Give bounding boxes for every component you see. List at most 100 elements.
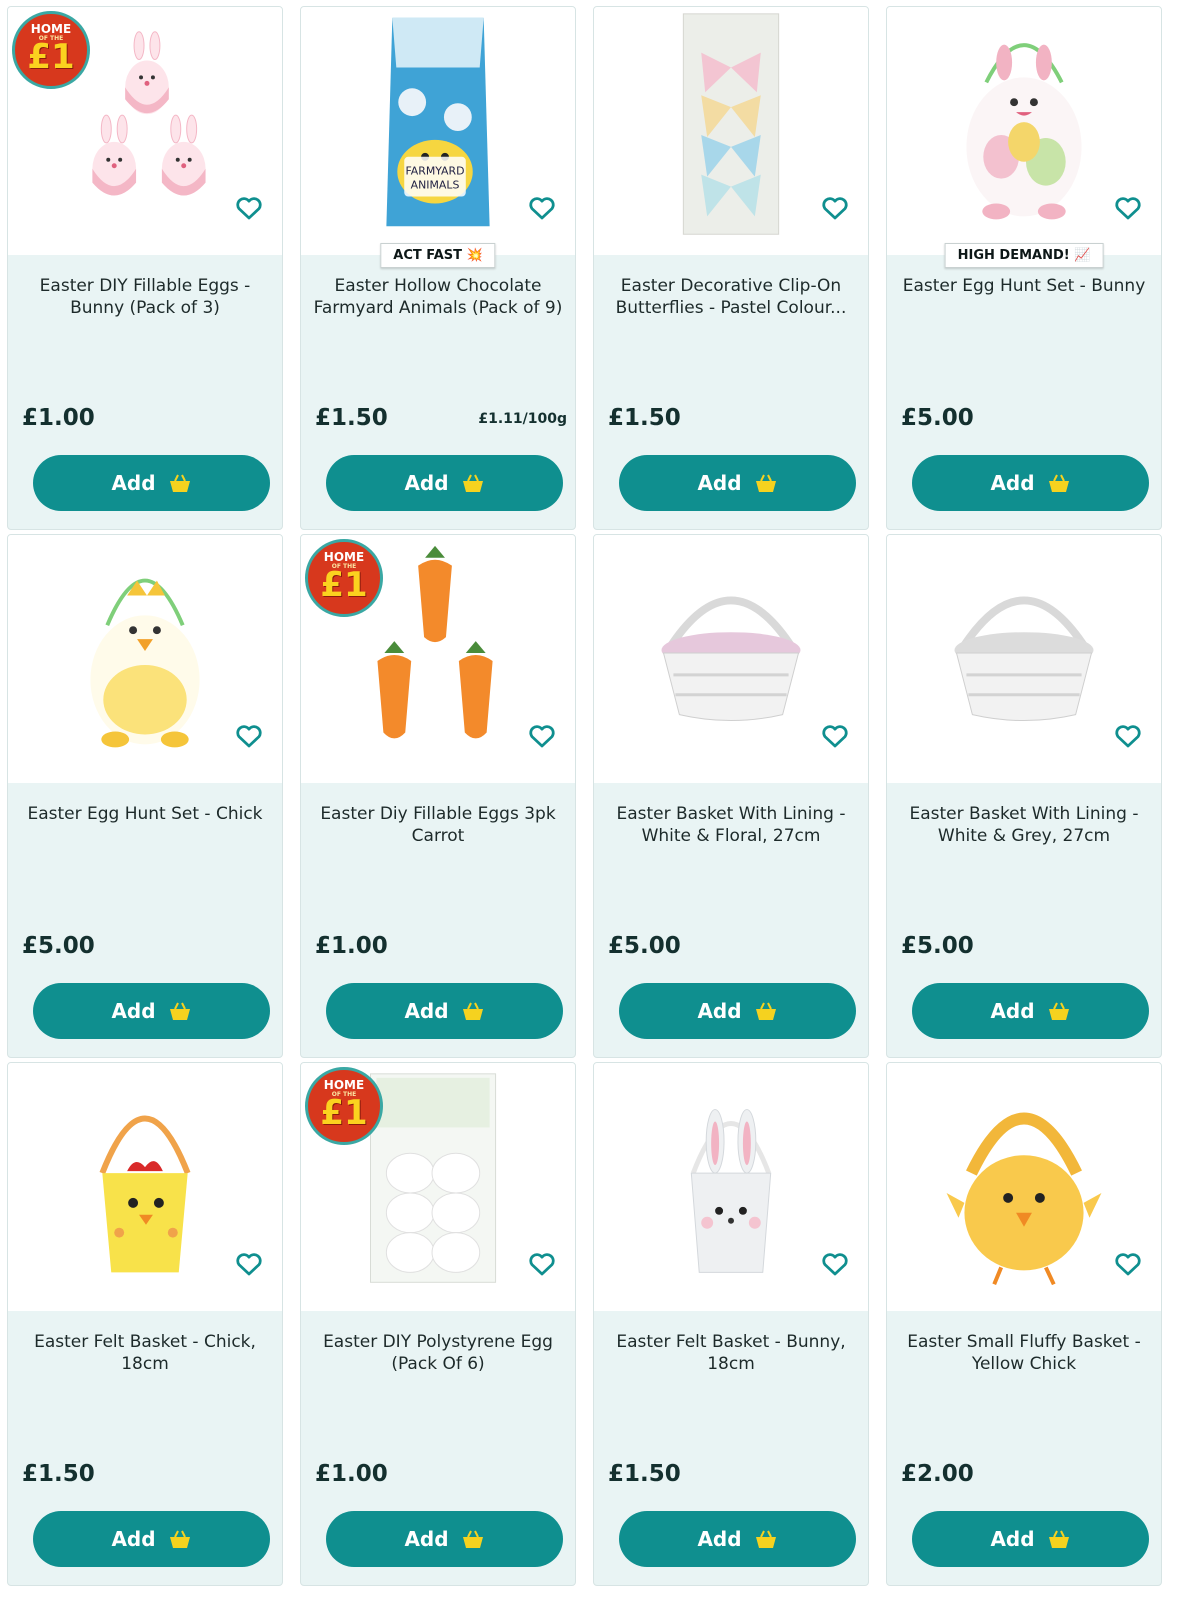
basket-icon (1048, 474, 1069, 492)
heart-icon[interactable] (234, 721, 264, 751)
heart-icon[interactable] (234, 193, 264, 223)
product-price: £2.00 (901, 1461, 974, 1487)
product-title[interactable]: Easter Decorative Clip-On Butterflies - … (606, 275, 856, 319)
product-card[interactable]: Easter Egg Hunt Set - Chick £5.00 Add (7, 534, 283, 1058)
heart-icon[interactable] (820, 721, 850, 751)
product-price: £1.00 (315, 1461, 388, 1487)
product-title[interactable]: Easter Egg Hunt Set - Bunny (899, 275, 1149, 297)
heart-icon[interactable] (1113, 1249, 1143, 1279)
add-label: Add (404, 1527, 449, 1551)
product-title[interactable]: Easter Basket With Lining - White & Flor… (606, 803, 856, 847)
home-of-the-pound-badge: HOME OF THE £1 (305, 1067, 383, 1145)
basket-icon (462, 1002, 483, 1020)
product-image[interactable] (594, 1063, 868, 1311)
add-to-basket-button[interactable]: Add (33, 1511, 270, 1567)
product-image[interactable] (8, 1063, 282, 1311)
add-to-basket-button[interactable]: Add (33, 983, 270, 1039)
product-title[interactable]: Easter Felt Basket - Bunny, 18cm (606, 1331, 856, 1375)
basket-icon (755, 1530, 776, 1548)
add-to-basket-button[interactable]: Add (912, 983, 1149, 1039)
add-to-basket-button[interactable]: Add (326, 983, 563, 1039)
heart-icon[interactable] (234, 1249, 264, 1279)
product-image[interactable]: FARMYARD ANIMALS (301, 7, 575, 255)
product-card[interactable]: HIGH DEMAND! 📈 Easter Egg Hunt Set - Bun… (886, 6, 1162, 530)
product-image[interactable] (887, 7, 1161, 255)
urgency-tag: ACT FAST 💥 (380, 243, 496, 268)
product-price: £1.50 (608, 405, 681, 431)
urgency-tag: HIGH DEMAND! 📈 (944, 243, 1104, 268)
product-card[interactable]: Easter Decorative Clip-On Butterflies - … (593, 6, 869, 530)
heart-icon[interactable] (1113, 721, 1143, 751)
add-to-basket-button[interactable]: Add (33, 455, 270, 511)
product-card[interactable]: HOME OF THE £1 Easter DIY Polystyrene Eg… (300, 1062, 576, 1586)
basket-icon (462, 474, 483, 492)
product-card[interactable]: HOME OF THE £1 Easter DIY Fillable Eggs … (7, 6, 283, 530)
product-price: £1.00 (22, 405, 95, 431)
basket-icon (462, 1530, 483, 1548)
badge-line3: £1 (320, 1093, 368, 1133)
heart-icon[interactable] (1113, 193, 1143, 223)
add-label: Add (990, 1527, 1035, 1551)
badge-line3: £1 (320, 565, 368, 605)
product-title[interactable]: Easter Felt Basket - Chick, 18cm (20, 1331, 270, 1375)
heart-icon[interactable] (527, 1249, 557, 1279)
product-card[interactable]: Easter Felt Basket - Chick, 18cm £1.50 A… (7, 1062, 283, 1586)
product-image[interactable] (8, 535, 282, 783)
badge-line1: HOME (323, 1078, 365, 1092)
product-title[interactable]: Easter Small Fluffy Basket - Yellow Chic… (899, 1331, 1149, 1375)
add-to-basket-button[interactable]: Add (912, 1511, 1149, 1567)
add-to-basket-button[interactable]: Add (326, 455, 563, 511)
product-image[interactable] (594, 535, 868, 783)
product-title[interactable]: Easter DIY Polystyrene Egg (Pack Of 6) (313, 1331, 563, 1375)
product-card[interactable]: Easter Basket With Lining - White & Grey… (886, 534, 1162, 1058)
product-grid: HOME OF THE £1 Easter DIY Fillable Eggs … (0, 0, 1200, 1622)
heart-icon[interactable] (820, 193, 850, 223)
heart-icon[interactable] (527, 721, 557, 751)
basket-icon (1048, 1530, 1069, 1548)
product-card[interactable]: Easter Felt Basket - Bunny, 18cm £1.50 A… (593, 1062, 869, 1586)
product-price: £5.00 (22, 933, 95, 959)
svg-text:FARMYARD: FARMYARD (406, 165, 465, 178)
product-image[interactable] (887, 535, 1161, 783)
add-label: Add (111, 471, 156, 495)
product-image[interactable]: HOME OF THE £1 (301, 1063, 575, 1311)
badge-line1: HOME (323, 550, 365, 564)
product-image[interactable] (594, 7, 868, 255)
add-to-basket-button[interactable]: Add (912, 455, 1149, 511)
product-price: £5.00 (901, 933, 974, 959)
product-card[interactable]: FARMYARD ANIMALS ACT FAST 💥 Easter Hollo… (300, 6, 576, 530)
badge-line3: £1 (27, 37, 75, 77)
product-title[interactable]: Easter Diy Fillable Eggs 3pk Carrot (313, 803, 563, 847)
basket-icon (169, 474, 190, 492)
product-price: £1.50 (315, 405, 388, 431)
product-price: £1.50 (22, 1461, 95, 1487)
product-title[interactable]: Easter Hollow Chocolate Farmyard Animals… (313, 275, 563, 319)
add-label: Add (697, 471, 742, 495)
product-price: £1.50 (608, 1461, 681, 1487)
product-image[interactable] (887, 1063, 1161, 1311)
svg-text:ANIMALS: ANIMALS (411, 179, 460, 192)
unit-price: £1.11/100g (478, 411, 567, 427)
add-label: Add (111, 999, 156, 1023)
product-title[interactable]: Easter Basket With Lining - White & Grey… (899, 803, 1149, 847)
heart-icon[interactable] (820, 1249, 850, 1279)
product-card[interactable]: Easter Basket With Lining - White & Flor… (593, 534, 869, 1058)
add-label: Add (111, 1527, 156, 1551)
add-label: Add (404, 471, 449, 495)
product-title[interactable]: Easter DIY Fillable Eggs - Bunny (Pack o… (20, 275, 270, 319)
product-image[interactable]: HOME OF THE £1 (301, 535, 575, 783)
product-title[interactable]: Easter Egg Hunt Set - Chick (20, 803, 270, 825)
product-card[interactable]: Easter Small Fluffy Basket - Yellow Chic… (886, 1062, 1162, 1586)
basket-icon (169, 1002, 190, 1020)
product-price: £1.00 (315, 933, 388, 959)
add-label: Add (404, 999, 449, 1023)
add-to-basket-button[interactable]: Add (326, 1511, 563, 1567)
add-to-basket-button[interactable]: Add (619, 983, 856, 1039)
product-image[interactable]: HOME OF THE £1 (8, 7, 282, 255)
heart-icon[interactable] (527, 193, 557, 223)
badge-line1: HOME (30, 22, 72, 36)
add-to-basket-button[interactable]: Add (619, 1511, 856, 1567)
product-card[interactable]: HOME OF THE £1 Easter Diy Fillable Eggs … (300, 534, 576, 1058)
basket-icon (755, 1002, 776, 1020)
add-to-basket-button[interactable]: Add (619, 455, 856, 511)
